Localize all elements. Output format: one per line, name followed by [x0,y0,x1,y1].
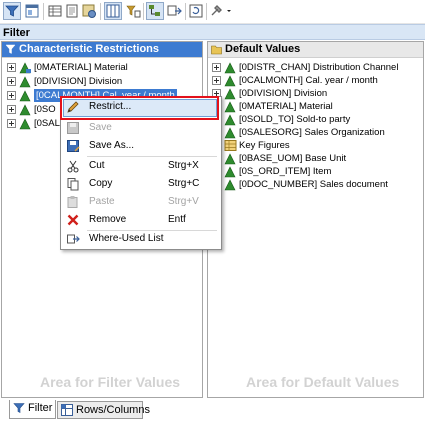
expand-icon[interactable] [7,77,16,86]
copy-icon [66,177,80,191]
expand-icon[interactable] [7,63,16,72]
expand-icon[interactable] [7,105,16,114]
tools-dropdown-icon[interactable] [209,3,233,19]
characteristic-icon [224,100,237,113]
tab-rows-columns[interactable]: Rows/Columns [57,401,150,419]
characteristic-icon [224,152,237,165]
menu-item-paste: Paste Strg+V [61,193,219,211]
characteristic-restrictions-header[interactable]: Characteristic Restrictions [2,42,202,58]
toolbar [0,0,425,24]
characteristic-icon [224,61,237,74]
menu-item-save-as[interactable]: Save As... [61,137,219,155]
characteristic-icon [224,126,237,139]
expand-icon[interactable] [212,76,221,85]
characteristic-icon [224,113,237,126]
tree-item-label: [0DOC_NUMBER] Sales document [239,179,388,190]
tree-item-label: [0SALESORG] Sales Organization [239,127,385,138]
tree-item-label: [0MATERIAL] Material [34,62,128,73]
move-icon[interactable] [166,3,182,19]
filter-icon [13,402,25,414]
filter-area-watermark: Area for Filter Values [40,374,181,390]
menu-item-where-used-list[interactable]: Where-Used List [61,230,219,248]
hierarchy-icon[interactable] [146,2,164,20]
restrict-highlight-box [60,96,219,120]
characteristic-icon [19,61,32,74]
scissors-icon [66,159,80,173]
expand-icon[interactable] [212,63,221,72]
filter-icon [5,44,16,55]
characteristic-icon [224,74,237,87]
key-figures-icon [224,139,237,152]
folder-icon [211,44,222,55]
menu-item-cut[interactable]: Cut Strg+X [61,157,219,175]
save-as-icon [66,139,80,153]
expand-icon[interactable] [7,91,16,100]
settings-icon[interactable] [81,3,97,19]
tree-item-label: [0MATERIAL] Material [239,101,333,112]
save-icon [66,121,80,135]
default-values-title: Default Values [225,43,301,55]
characteristic-icon [19,117,32,130]
menu-item-copy[interactable]: Copy Strg+C [61,175,219,193]
panel-title: Filter [0,24,425,40]
tree-item-label: [0BASE_UOM] Base Unit [239,153,347,164]
menu-item-remove[interactable]: Remove Entf [61,211,219,229]
expand-icon[interactable] [7,119,16,128]
tree-item-label: [0SAL [34,118,60,129]
characteristic-icon [224,87,237,100]
tree-item-label: Key Figures [239,140,290,151]
tree-item-label: [0SO [34,104,56,115]
tree-item-label: [0DISTR_CHAN] Distribution Channel [239,62,399,73]
characteristic-icon [19,75,32,88]
default-values-header[interactable]: Default Values [208,42,423,58]
characteristic-icon [224,165,237,178]
default-area-watermark: Area for Default Values [246,374,400,390]
filter-list-icon[interactable] [125,3,141,19]
tab-filter[interactable]: Filter [9,400,56,419]
characteristic-icon [224,178,237,191]
tree-item-label: [0SOLD_TO] Sold-to party [239,114,351,125]
filter-toggle-icon[interactable] [3,2,21,20]
layout-icon[interactable] [104,2,122,20]
tree-item-label: [0DIVISION] Division [239,88,328,99]
paste-icon [66,195,80,209]
tree-item-label: [0S_ORD_ITEM] Item [239,166,332,177]
refresh-icon[interactable] [188,3,204,19]
rows-columns-icon [61,404,73,416]
tree-item-label: [0DIVISION] Division [34,76,123,87]
where-used-icon [66,232,80,246]
properties-icon[interactable] [24,3,40,19]
characteristic-icon [19,103,32,116]
characteristic-restrictions-title: Characteristic Restrictions [19,43,159,55]
characteristic-icon [19,89,32,102]
tree-item-label: [0CALMONTH] Cal. year / month [239,75,378,86]
default-values-pane[interactable]: Default Values [0DISTR_CHAN] Distributio… [207,41,424,398]
document-icon[interactable] [64,3,80,19]
remove-icon [66,213,80,227]
menu-item-save: Save [61,119,219,137]
table-icon[interactable] [47,3,63,19]
